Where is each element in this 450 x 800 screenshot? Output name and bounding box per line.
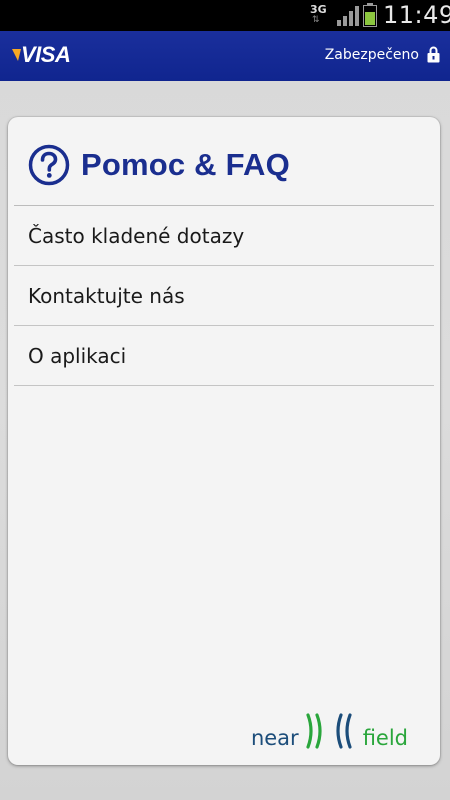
menu-item-label: O aplikaci <box>28 343 127 368</box>
app-bar: VISA Zabezpečeno <box>0 31 450 81</box>
lock-icon <box>427 46 440 63</box>
near-field-logo: near field <box>251 713 408 749</box>
nfc-brackets-icon <box>306 713 352 749</box>
help-card: Pomoc & FAQ Často kladené dotazy Kontakt… <box>8 117 440 765</box>
menu-item-contact[interactable]: Kontaktujte nás <box>14 266 434 326</box>
data-activity-icon: ⇅ <box>312 15 320 25</box>
status-clock: 11:49 <box>383 1 450 29</box>
menu-item-faq[interactable]: Často kladené dotazy <box>14 206 434 266</box>
battery-icon <box>363 3 377 27</box>
menu-item-label: Často kladené dotazy <box>28 223 245 248</box>
page-title: Pomoc & FAQ <box>81 147 290 182</box>
brand-name: VISA <box>21 42 71 67</box>
logo-word-near: near <box>250 726 299 750</box>
secure-label: Zabezpečeno <box>324 46 419 63</box>
card-header: Pomoc & FAQ <box>8 117 440 205</box>
help-menu-list: Často kladené dotazy Kontaktujte nás O a… <box>14 205 434 386</box>
visa-logo: VISA <box>12 42 71 68</box>
menu-item-label: Kontaktujte nás <box>28 283 185 308</box>
signal-strength-icon <box>337 6 359 26</box>
status-bar: 3G ⇅ 11:49 <box>0 0 450 31</box>
menu-item-about[interactable]: O aplikaci <box>14 326 434 386</box>
help-circle-icon <box>28 144 70 186</box>
logo-word-field: field <box>362 726 408 750</box>
secure-indicator: Zabezpečeno <box>325 46 440 63</box>
